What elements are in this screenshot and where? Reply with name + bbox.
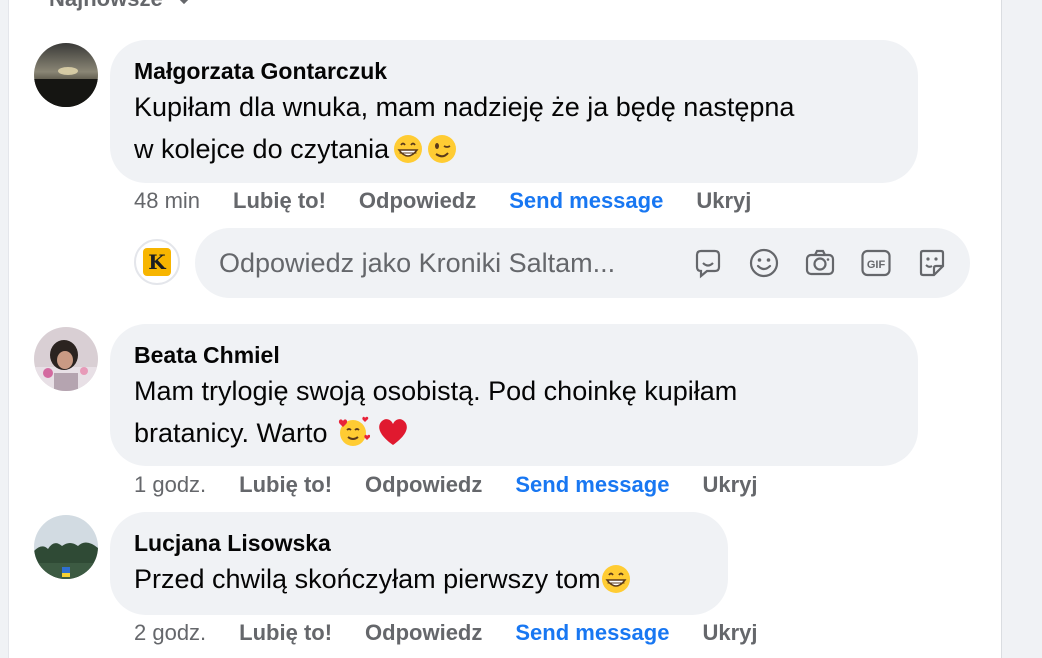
comment-text-line: Mam trylogię swoją osobistą. Pod choinkę… [134, 376, 738, 406]
comment-timestamp[interactable]: 1 godz. [134, 472, 206, 498]
like-button[interactable]: Lubię to! [239, 620, 332, 646]
chat-bubble-icon[interactable] [692, 247, 724, 279]
send-message-button[interactable]: Send message [515, 472, 669, 498]
page-initial: K [143, 248, 171, 276]
smiley-icon[interactable] [748, 247, 780, 279]
comment-bubble: Lucjana Lisowska Przed chwilą skończyłam… [110, 512, 728, 615]
grinning-emoji [393, 134, 423, 176]
avatar[interactable] [34, 515, 98, 579]
comment-text-line-with-emoji: Przed chwilą skończyłam pierwszy tom [134, 558, 704, 606]
comment-text-line-with-emoji: w kolejce do czytania [134, 128, 894, 176]
comment-text-line: bratanicy. Warto [134, 418, 328, 448]
comment-bubble: Małgorzata Gontarczuk Kupiłam dla wnuka,… [110, 40, 918, 183]
comment-author[interactable]: Małgorzata Gontarczuk [134, 56, 894, 86]
hide-button[interactable]: Ukryj [702, 620, 757, 646]
hide-button[interactable]: Ukryj [696, 188, 751, 214]
comment-text-line: w kolejce do czytania [134, 134, 390, 164]
reply-placeholder: Odpowiedz jako Kroniki Saltam... [219, 248, 616, 278]
sort-label: Najnowsze [49, 0, 163, 12]
gif-icon[interactable]: GIF [860, 247, 892, 279]
sort-dropdown[interactable]: Najnowsze [49, 0, 193, 14]
page-avatar[interactable]: K [134, 239, 180, 285]
comment-actions: 48 min Lubię to! Odpowiedz Send message … [134, 188, 784, 214]
grinning-emoji [601, 564, 631, 606]
avatar[interactable] [34, 43, 98, 107]
send-message-button[interactable]: Send message [515, 620, 669, 646]
winking-emoji [427, 134, 457, 176]
camera-icon[interactable] [804, 247, 836, 279]
like-button[interactable]: Lubię to! [233, 188, 326, 214]
comment-timestamp[interactable]: 48 min [134, 188, 200, 214]
chevron-down-icon [179, 0, 188, 5]
svg-text:GIF: GIF [867, 259, 886, 271]
reply-input[interactable]: Odpowiedz jako Kroniki Saltam... GIF [195, 228, 970, 298]
hide-button[interactable]: Ukryj [702, 472, 757, 498]
comment-text-line: Przed chwilą skończyłam pierwszy tom [134, 564, 601, 594]
like-button[interactable]: Lubię to! [239, 472, 332, 498]
red-heart-emoji [376, 416, 410, 460]
comment-actions: 1 godz. Lubię to! Odpowiedz Send message… [134, 472, 791, 498]
send-message-button[interactable]: Send message [509, 188, 663, 214]
reply-composer: K Odpowiedz jako Kroniki Saltam... GIF [134, 226, 974, 300]
comment-text-line-with-emoji: bratanicy. Warto [134, 412, 894, 460]
comments-panel: Najnowsze Małgorzata Gontarczuk Kupiłam … [8, 0, 1002, 658]
avatar[interactable] [34, 327, 98, 391]
reply-button[interactable]: Odpowiedz [359, 188, 476, 214]
sticker-icon[interactable] [916, 247, 948, 279]
comment-timestamp[interactable]: 2 godz. [134, 620, 206, 646]
comment-author[interactable]: Beata Chmiel [134, 340, 894, 370]
reply-button[interactable]: Odpowiedz [365, 472, 482, 498]
reply-button[interactable]: Odpowiedz [365, 620, 482, 646]
comment-bubble: Beata Chmiel Mam trylogię swoją osobistą… [110, 324, 918, 466]
comment-author[interactable]: Lucjana Lisowska [134, 528, 704, 558]
comment-actions: 2 godz. Lubię to! Odpowiedz Send message… [134, 620, 791, 646]
comment-text-line: Kupiłam dla wnuka, mam nadzieję że ja bę… [134, 92, 795, 122]
smiling-hearts-emoji [336, 416, 370, 460]
